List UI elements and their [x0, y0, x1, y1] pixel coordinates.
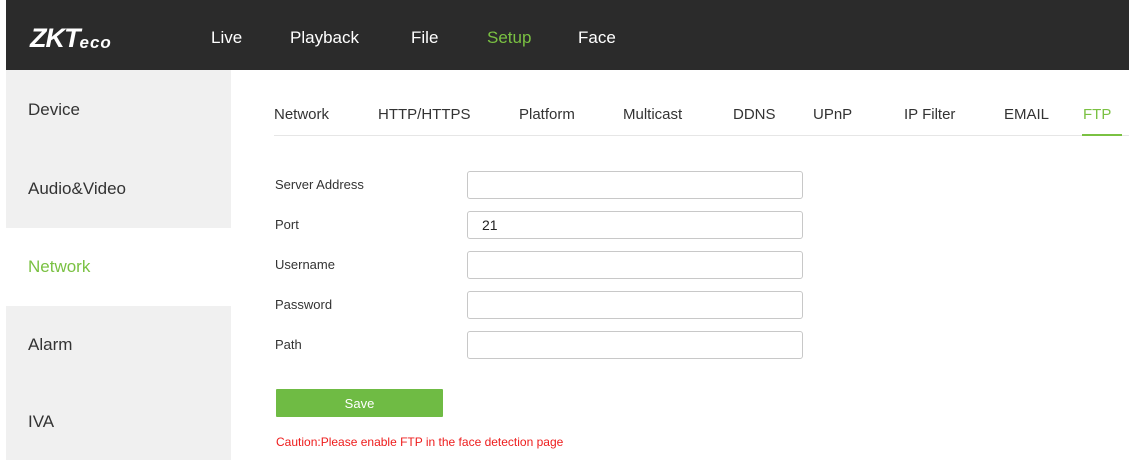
path-label: Path	[275, 337, 302, 352]
nav-face[interactable]: Face	[578, 28, 616, 48]
password-input[interactable]	[467, 291, 803, 319]
tab-upnp[interactable]: UPnP	[813, 106, 852, 124]
sidebar-item-network[interactable]: Network	[6, 228, 231, 306]
port-label: Port	[275, 217, 299, 232]
network-tabs: Network HTTP/HTTPS Platform Multicast DD…	[274, 102, 1129, 136]
sidebar-item-audio-video[interactable]: Audio&Video	[6, 150, 231, 228]
top-navigation-bar: ZKT eco Live Playback File Setup Face	[6, 0, 1129, 70]
active-tab-indicator	[1082, 134, 1122, 136]
brand-logo: ZKT eco	[30, 22, 112, 52]
nav-file[interactable]: File	[411, 28, 438, 48]
server-address-label: Server Address	[275, 177, 364, 192]
username-input[interactable]	[467, 251, 803, 279]
sidebar-item-device[interactable]: Device	[6, 70, 231, 150]
sidebar-item-iva[interactable]: IVA	[6, 384, 231, 460]
app-window: ZKT eco Live Playback File Setup Face De…	[6, 0, 1129, 460]
tab-network[interactable]: Network	[274, 106, 329, 124]
password-label: Password	[275, 297, 333, 312]
sidebar-item-label: Alarm	[28, 335, 73, 354]
tab-email[interactable]: EMAIL	[1004, 106, 1049, 124]
sidebar-item-alarm[interactable]: Alarm	[6, 306, 231, 384]
sidebar-item-label: Device	[28, 100, 80, 119]
tab-multicast[interactable]: Multicast	[623, 106, 682, 124]
path-input[interactable]	[467, 331, 803, 359]
nav-live[interactable]: Live	[211, 28, 242, 48]
server-address-input[interactable]	[467, 171, 803, 199]
save-button[interactable]: Save	[276, 389, 443, 417]
port-input[interactable]	[467, 211, 803, 239]
sidebar-item-label: Audio&Video	[28, 179, 126, 198]
tab-ip-filter[interactable]: IP Filter	[904, 106, 955, 124]
sidebar-item-label: Network	[28, 257, 91, 276]
nav-playback[interactable]: Playback	[290, 28, 359, 48]
tab-ddns[interactable]: DDNS	[733, 106, 776, 124]
tab-platform[interactable]: Platform	[519, 106, 575, 124]
username-label: Username	[275, 257, 335, 272]
tab-http-https[interactable]: HTTP/HTTPS	[378, 106, 471, 124]
tab-ftp[interactable]: FTP	[1083, 106, 1111, 124]
logo-main-text: ZKT	[30, 23, 80, 53]
logo-suffix-text: eco	[79, 33, 112, 52]
nav-setup[interactable]: Setup	[487, 28, 531, 48]
caution-message: Caution:Please enable FTP in the face de…	[276, 435, 564, 449]
sidebar-item-label: IVA	[28, 412, 55, 431]
settings-sidebar: Device Audio&Video Network Alarm IVA	[6, 70, 231, 460]
